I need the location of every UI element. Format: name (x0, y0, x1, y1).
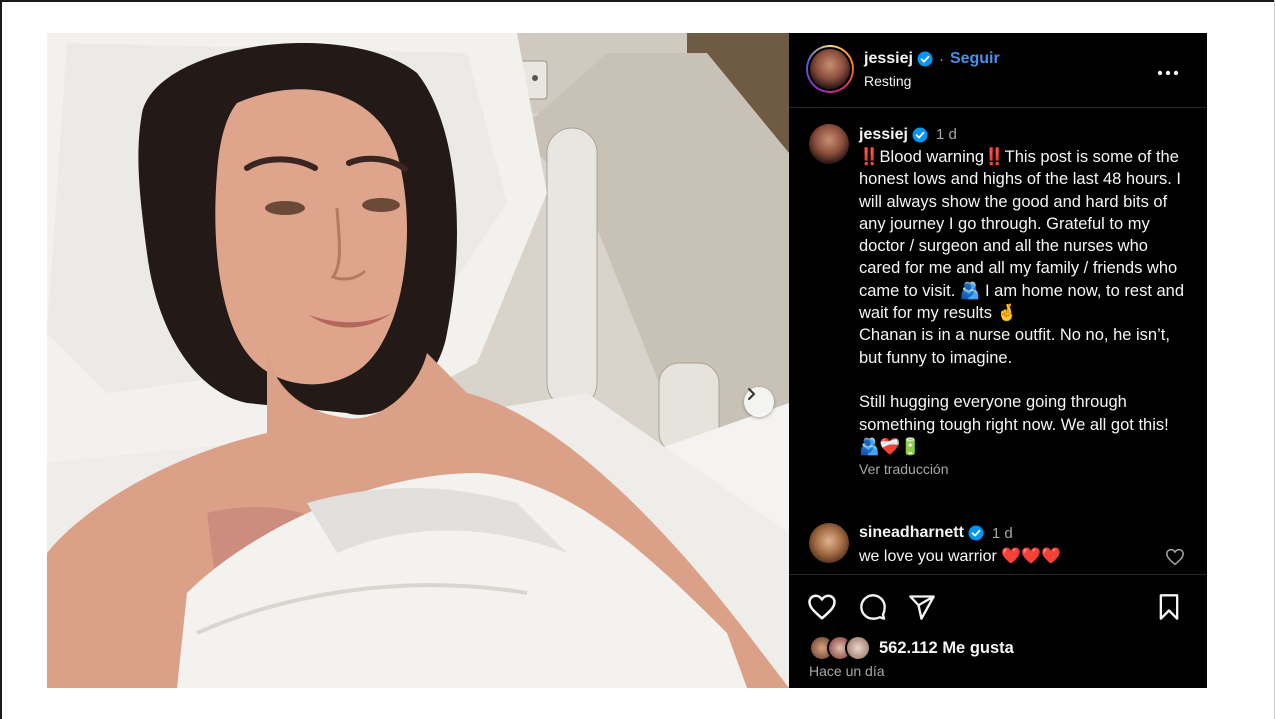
verified-icon (968, 525, 984, 541)
instagram-post: jessiej · Seguir Resting jessiej 1 d ‼️B… (47, 33, 1207, 688)
author-username[interactable]: jessiej (864, 50, 913, 68)
post-photo (47, 33, 789, 688)
comment-text: we love you warrior ❤️❤️❤️ (859, 548, 1062, 565)
save-button[interactable] (1157, 593, 1181, 626)
post-header: jessiej · Seguir Resting (789, 33, 1207, 108)
commenter-username[interactable]: sineadharnett (859, 524, 964, 542)
post-location[interactable]: Resting (864, 73, 911, 89)
see-translation-link[interactable]: Ver traducción (859, 458, 1189, 480)
caption-time: 1 d (935, 125, 957, 143)
verified-icon (912, 127, 928, 143)
share-icon (909, 595, 935, 620)
photo-illustration (47, 33, 789, 688)
caption-text: ‼️Blood warning‼️This post is some of th… (859, 148, 1185, 456)
comment-item: sineadharnett 1 d we love you warrior ❤️… (789, 520, 1207, 576)
left-border (0, 0, 2, 719)
bookmark-icon (1159, 594, 1179, 620)
post-side-panel: jessiej · Seguir Resting jessiej 1 d ‼️B… (789, 33, 1207, 688)
post-actions: 562.112 Me gusta Hace un día (789, 574, 1207, 689)
next-photo-button[interactable] (744, 387, 774, 417)
caption-section: jessiej 1 d ‼️Blood warning‼️This post i… (789, 108, 1207, 573)
post-time-ago[interactable]: Hace un día (809, 663, 885, 679)
comment-button[interactable] (859, 593, 887, 626)
top-border (0, 0, 1275, 2)
separator-dot: · (938, 50, 944, 68)
verified-icon (917, 51, 933, 67)
more-icon (1157, 70, 1179, 76)
author-avatar[interactable] (806, 45, 854, 93)
more-options-button[interactable] (1157, 63, 1179, 81)
liker-avatar[interactable] (845, 635, 871, 661)
likers-row: 562.112 Me gusta (809, 635, 1014, 661)
caption-username[interactable]: jessiej (859, 124, 908, 146)
share-button[interactable] (908, 593, 936, 626)
likes-count[interactable]: 562.112 Me gusta (879, 639, 1014, 658)
follow-button[interactable]: Seguir (950, 50, 1000, 68)
comment-time: 1 d (991, 524, 1013, 542)
heart-icon (1166, 548, 1184, 566)
commenter-avatar[interactable] (809, 523, 849, 563)
next-arrow-icon (748, 388, 755, 400)
comment-icon (860, 594, 886, 620)
like-button[interactable] (807, 593, 837, 626)
like-comment-button[interactable] (1165, 548, 1185, 571)
caption-avatar[interactable] (809, 124, 849, 164)
heart-icon (808, 594, 836, 620)
